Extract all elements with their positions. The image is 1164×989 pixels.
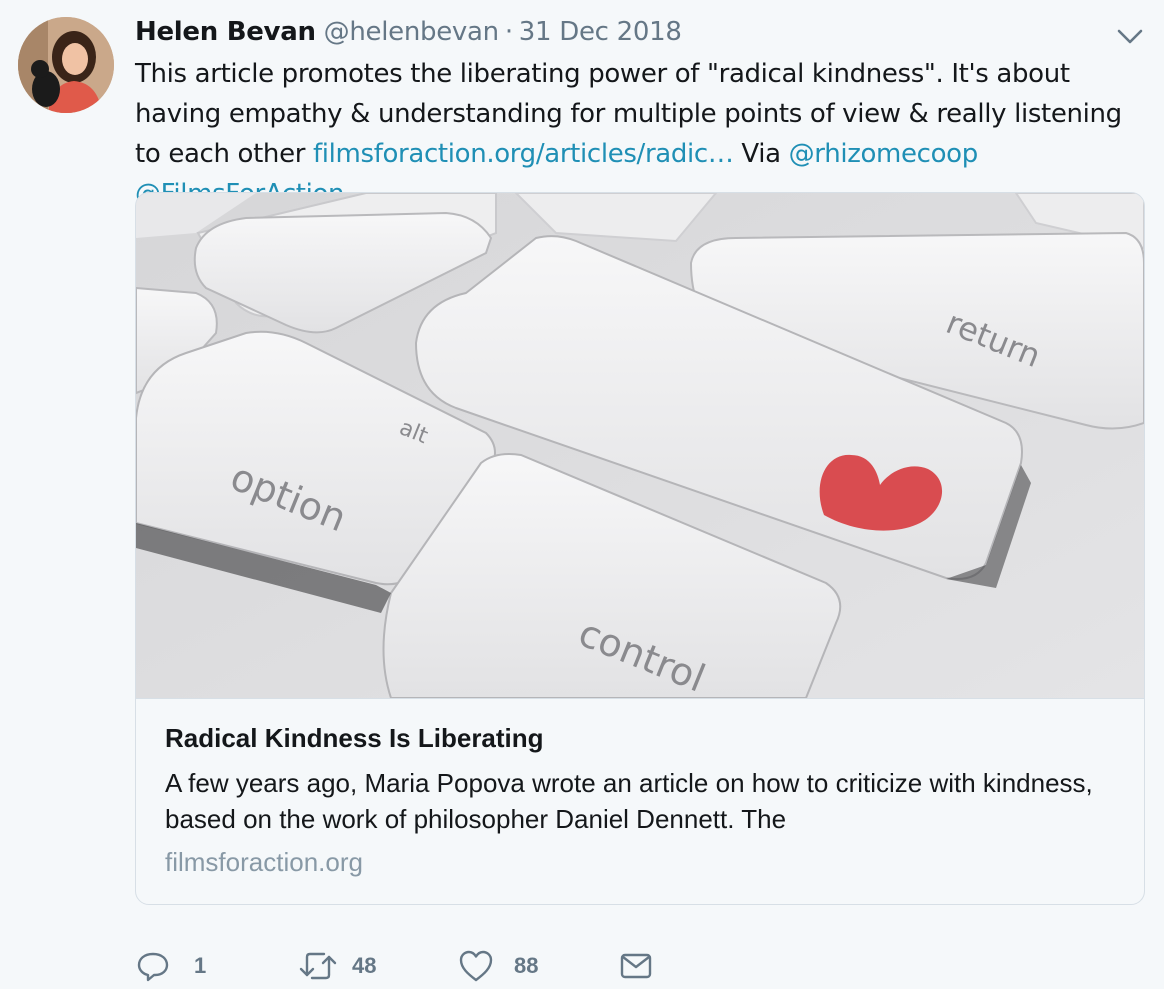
envelope-icon [618,949,654,983]
retweet-icon [298,949,338,983]
direct-message-button[interactable] [618,944,654,988]
via-text: Via [733,139,789,169]
reply-button[interactable]: 1 [136,944,206,988]
link-card[interactable]: alt option control return Radical Kindne… [135,192,1145,905]
like-button[interactable]: 88 [458,944,538,988]
author-handle[interactable]: @helenbevan [324,17,499,47]
card-description: A few years ago, Maria Popova wrote an a… [165,768,1093,834]
article-link[interactable]: filmsforaction.org/articles/radic… [313,139,734,169]
tweet-text: This article promotes the liberating pow… [135,54,1150,214]
chevron-down-icon[interactable] [1114,24,1146,48]
tweet-header: Helen Bevan @helenbevan · 31 Dec 2018 [135,14,682,50]
card-domain: filmsforaction.org [165,847,363,877]
card-image: alt option control return [136,193,1144,698]
author-name[interactable]: Helen Bevan [135,17,316,47]
tweet-date[interactable]: 31 Dec 2018 [519,17,682,47]
like-count: 88 [514,953,539,978]
reply-icon [136,949,170,983]
retweet-button[interactable]: 48 [298,944,376,988]
tweet-actions: 1 48 88 [136,944,736,988]
avatar[interactable] [18,17,114,113]
retweet-count: 48 [352,953,377,978]
reply-count: 1 [194,953,207,978]
avatar-photo [18,17,114,113]
header-separator: · [504,17,513,47]
mention-rhizomecoop[interactable]: @rhizomecoop [789,139,979,169]
card-divider [136,698,1144,699]
card-title[interactable]: Radical Kindness Is Liberating [165,721,1115,755]
heart-icon [458,949,494,983]
